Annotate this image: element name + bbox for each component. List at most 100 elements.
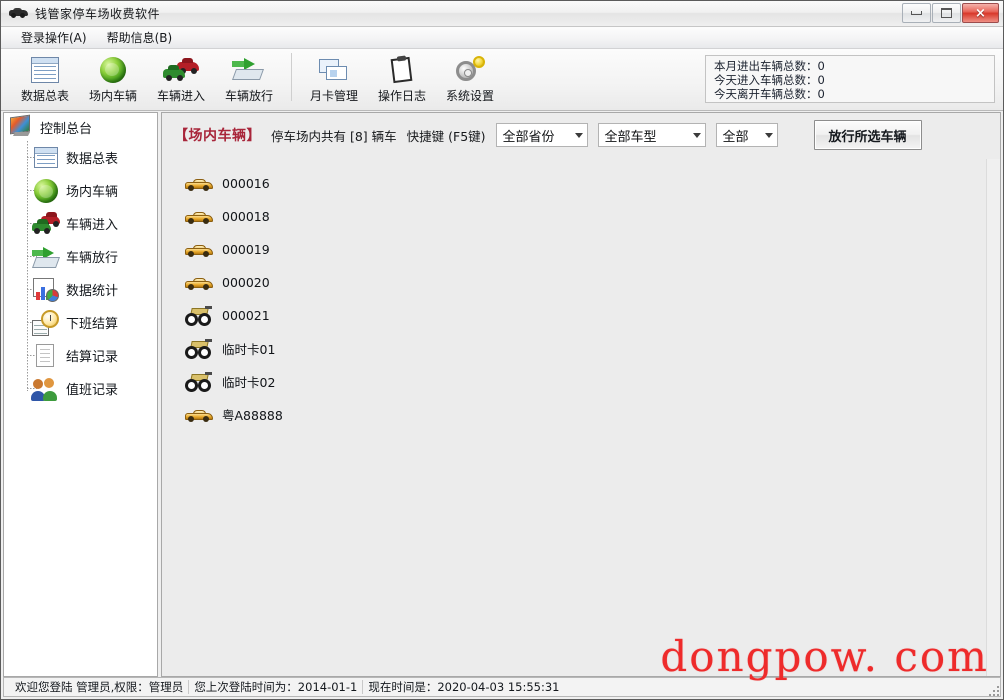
card-icon [314,54,354,86]
status-welcome: 欢迎您登陆 管理员,权限：管理员 [15,680,184,694]
filter-vehicle-type[interactable]: 全部车型 [597,123,706,147]
stat-month-total-label: 本月进出车辆总数： [714,59,818,73]
toolbar-group-secondary: 月卡管理 操作日志 系统设置 [300,49,504,107]
sidebar-item-label: 下班结算 [66,317,119,332]
menu-login-operations[interactable]: 登录操作(A) [11,27,97,48]
vehicle-plate: 000018 [222,209,270,224]
maximize-icon [941,8,952,18]
stat-today-in: 今天进入车辆总数：0 [714,73,994,87]
resize-grip[interactable] [987,684,999,696]
status-bar-wrap: 欢迎您登陆 管理员,权限：管理员 您上次登陆时间为：2014-01-1 现在时间… [1,677,1003,699]
chevron-down-icon [574,132,583,138]
chevron-down-icon [692,132,701,138]
filter-vehicle-type-value: 全部车型 [604,129,657,145]
window-controls: × [902,3,999,23]
sidebar-item-statistics[interactable]: 数据统计 [4,273,157,306]
list-item[interactable]: 000019 [162,233,986,266]
title-bar: 钱管家停车场收费软件 × [1,1,1003,27]
menu-help-info[interactable]: 帮助信息(B) [97,27,183,48]
toolbar-statistics-panel: 本月进出车辆总数：0 今天进入车辆总数：0 今天离开车辆总数：0 [705,55,995,103]
sidebar-item-duty-records[interactable]: 值班记录 [4,372,157,405]
vehicle-plate: 粤A88888 [222,408,283,423]
list-item[interactable]: 000021 [162,299,986,332]
close-button[interactable]: × [962,3,999,23]
filter-all[interactable]: 全部 [715,123,778,147]
motorcycle-icon [184,371,214,393]
sidebar-item-label: 值班记录 [66,383,119,398]
toolbar-vehicle-release-label: 车辆放行 [224,89,273,103]
list-item[interactable]: 粤A88888 [162,398,986,431]
sidebar-item-shift-settlement[interactable]: 下班结算 [4,306,157,339]
app-car-icon [9,7,29,21]
status-current-time: 现在时间是：2020-04-03 15:55:31 [368,680,560,694]
sidebar-item-vehicles-in-lot[interactable]: 场内车辆 [4,174,157,207]
toolbar-data-table-label: 数据总表 [20,89,69,103]
sidebar-item-label: 车辆进入 [66,218,119,233]
stat-today-out: 今天离开车辆总数：0 [714,87,994,101]
list-item[interactable]: 000018 [162,200,986,233]
sidebar-item-vehicle-release[interactable]: 车辆放行 [4,240,157,273]
minimize-button[interactable] [902,3,931,23]
page-title: 【场内车辆】 [174,128,261,144]
list-item[interactable]: 000020 [162,266,986,299]
sidebar-item-vehicle-entry[interactable]: 车辆进入 [4,207,157,240]
toolbar: 数据总表 场内车辆 车辆进入 车辆放行 月卡管理 操作日志 系统设置 本月进出车… [1,49,1003,111]
vehicle-plate: 000019 [222,242,270,257]
pass-icon [229,54,269,86]
cars-icon [32,210,60,238]
stat-month-total: 本月进出车辆总数：0 [714,59,994,73]
list-item[interactable]: 000016 [162,167,986,200]
filter-all-value: 全部 [722,129,749,145]
stat-month-total-value: 0 [817,59,825,73]
table-icon [32,144,60,172]
list-item[interactable]: 临时卡01 [162,332,986,365]
hotkey-hint: 快捷键 (F5键) [406,128,486,144]
status-bar: 欢迎您登陆 管理员,权限：管理员 您上次登陆时间为：2014-01-1 现在时间… [3,677,1001,697]
release-selected-vehicles-button[interactable]: 放行所选车辆 [813,120,922,150]
vehicle-plate: 000016 [222,176,270,191]
toolbar-data-table[interactable]: 数据总表 [11,49,79,105]
maximize-button[interactable] [932,3,961,23]
gold-car-icon [184,173,214,195]
sidebar-item-data-table[interactable]: 数据总表 [4,141,157,174]
toolbar-operation-log[interactable]: 操作日志 [368,49,436,105]
motorcycle-icon [184,338,214,360]
document-icon [32,342,60,370]
sidebar-item-settlement-records[interactable]: 结算记录 [4,339,157,372]
content-header: 【场内车辆】 停车场内共有 [8] 辆车 快捷键 (F5键) 全部省份 全部车型… [162,113,1000,157]
stat-today-out-value: 0 [817,87,825,101]
stat-today-out-label: 今天离开车辆总数： [714,87,818,101]
toolbar-vehicles-in-lot-label: 场内车辆 [88,89,137,103]
toolbar-vehicles-in-lot[interactable]: 场内车辆 [79,49,147,105]
clock-icon [32,309,60,337]
list-item[interactable]: 临时卡02 [162,365,986,398]
people-icon [31,375,60,403]
vertical-scrollbar[interactable] [986,159,1000,676]
gold-car-icon [184,206,214,228]
vehicle-plate: 临时卡02 [222,375,276,390]
table-icon [25,54,65,86]
clipboard-icon [382,54,422,86]
globe-icon [32,177,60,205]
filter-province[interactable]: 全部省份 [495,123,588,147]
toolbar-separator [291,53,292,101]
sidebar-item-label: 结算记录 [66,350,119,365]
toolbar-system-settings[interactable]: 系统设置 [436,49,504,105]
gold-car-icon [184,239,214,261]
chevron-down-icon [764,132,773,138]
motorcycle-icon [184,305,214,327]
window-title: 钱管家停车场收费软件 [35,7,161,21]
status-last-login: 您上次登陆时间为：2014-01-1 [194,680,358,694]
sidebar-item-label: 数据总表 [66,152,119,167]
content-panel: 【场内车辆】 停车场内共有 [8] 辆车 快捷键 (F5键) 全部省份 全部车型… [161,112,1001,677]
sidebar-root-label: 控制总台 [40,121,93,137]
sidebar-item-label: 车辆放行 [66,251,119,266]
close-icon: × [975,5,986,21]
toolbar-monthly-card[interactable]: 月卡管理 [300,49,368,105]
globe-icon [93,54,133,86]
toolbar-vehicle-entry[interactable]: 车辆进入 [147,49,215,105]
sidebar-root-console[interactable]: 控制总台 [4,113,157,141]
sidebar-items: 数据总表 场内车辆 车辆进入 车辆放行 数据统计 下班结算 结算记录 值班记录 [4,141,157,405]
toolbar-vehicle-release[interactable]: 车辆放行 [215,49,283,105]
gold-car-icon [184,404,214,426]
